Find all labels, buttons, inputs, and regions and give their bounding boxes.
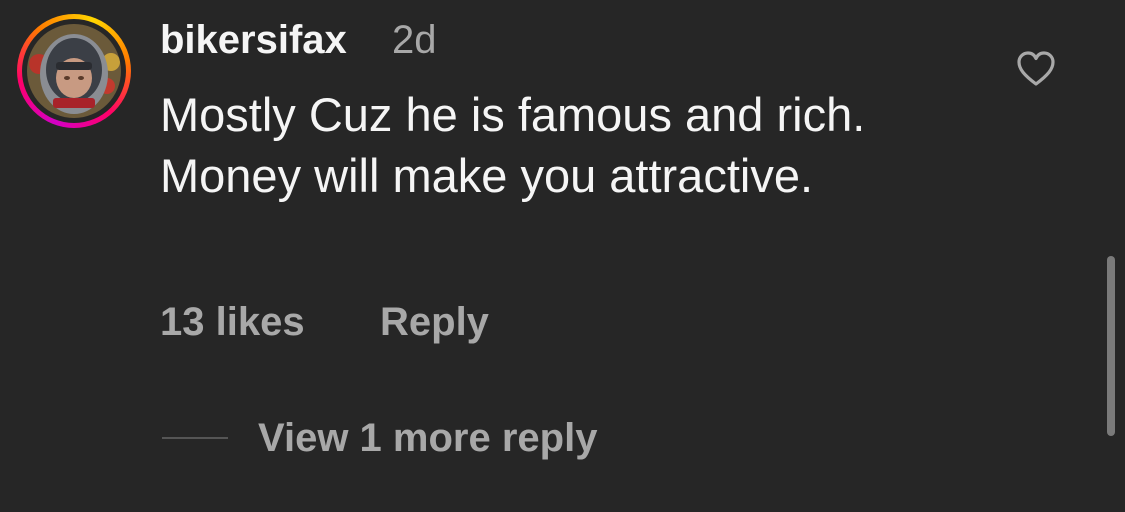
comment-text: Mostly Cuz he is famous and rich. Money …	[160, 88, 892, 202]
avatar-story-ring[interactable]	[17, 14, 131, 128]
reply-button[interactable]: Reply	[380, 298, 489, 346]
helmet-avatar-image	[27, 24, 121, 118]
view-replies-button[interactable]: View 1 more reply	[258, 414, 597, 462]
avatar[interactable]	[27, 24, 121, 118]
replies-divider	[162, 437, 228, 439]
comment-timestamp: 2d	[392, 18, 437, 62]
username[interactable]: bikersifax	[160, 16, 347, 64]
scrollbar[interactable]	[1107, 256, 1115, 436]
avatar-ring-gap	[22, 19, 126, 123]
heart-icon[interactable]	[1016, 50, 1056, 88]
likes-count[interactable]: 13 likes	[160, 298, 305, 346]
